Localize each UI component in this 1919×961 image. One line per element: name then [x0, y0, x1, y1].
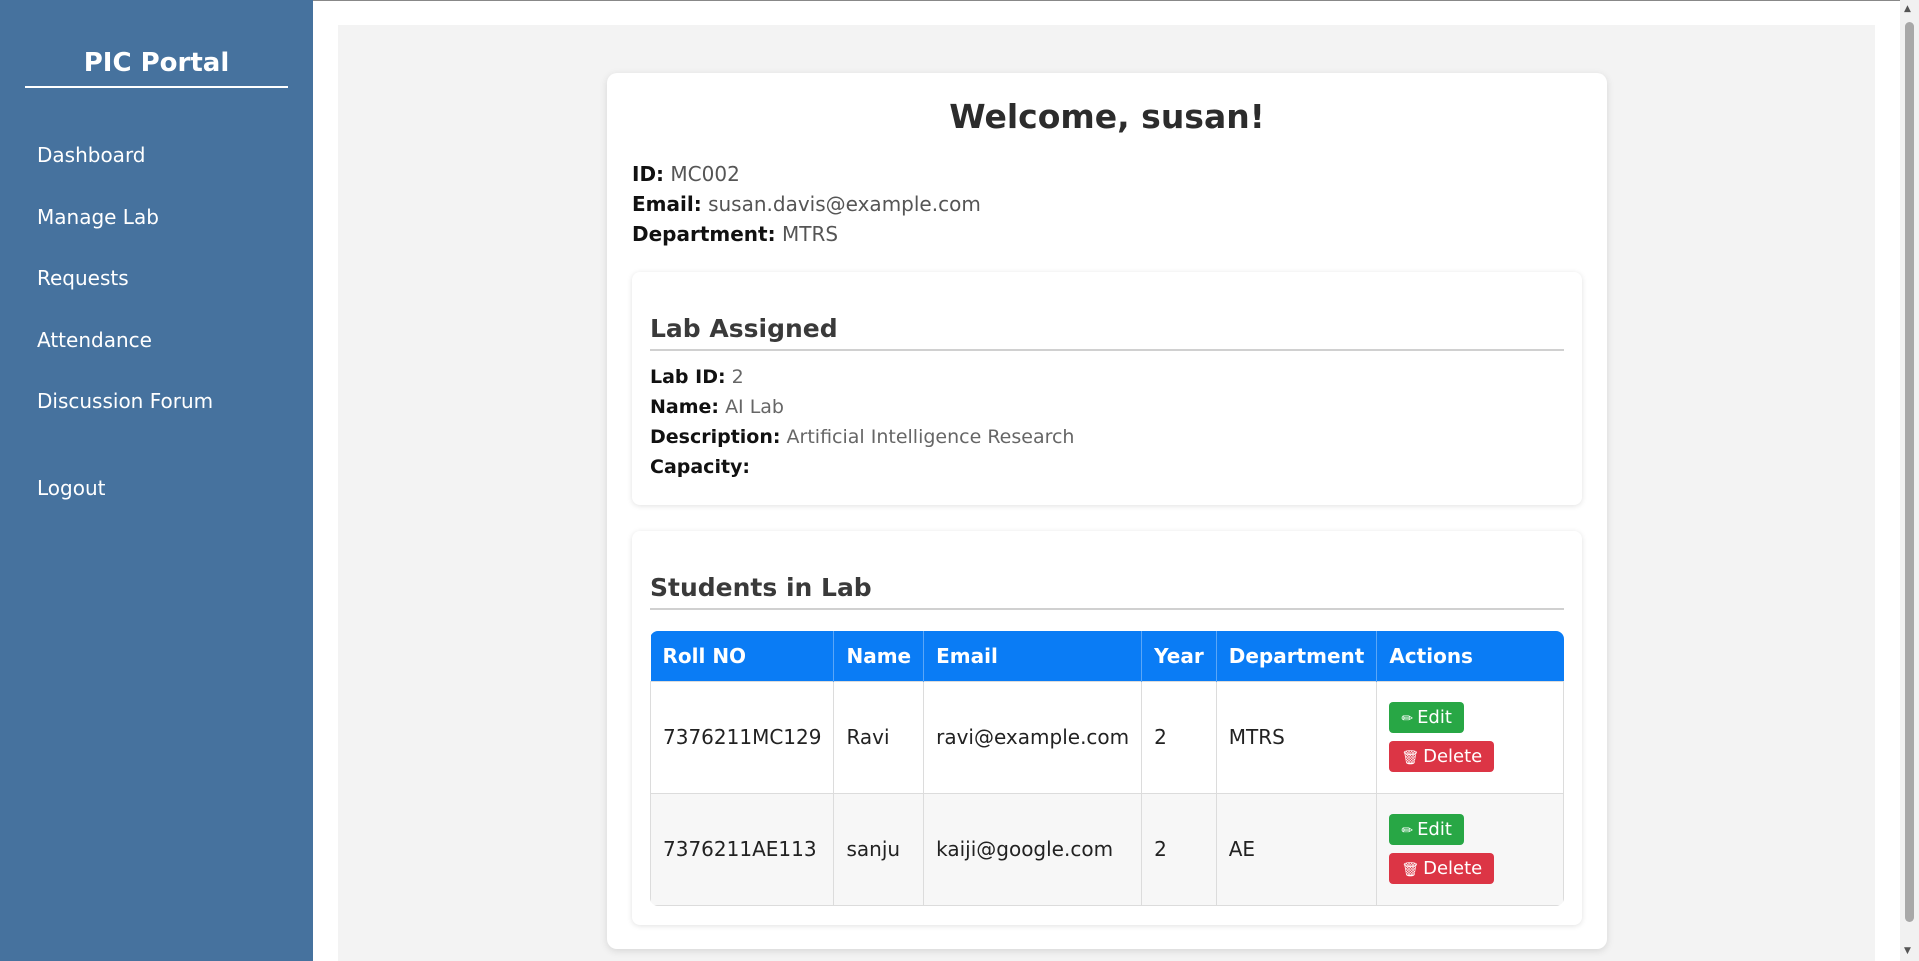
- profile-email: Email: susan.davis@example.com: [632, 192, 981, 216]
- lab-name: Name: AI Lab: [650, 396, 784, 418]
- trash-icon: 🗑: [1401, 862, 1420, 878]
- cell-department: MTRS: [1215, 680, 1378, 794]
- edit-button[interactable]: ✏ Edit: [1389, 702, 1464, 733]
- cell-email: ravi@example.com: [923, 680, 1143, 794]
- welcome-heading: Welcome, susan!: [949, 97, 1265, 136]
- profile-department-label: Department:: [632, 222, 776, 246]
- col-department: Department: [1216, 631, 1378, 681]
- sidebar-item-logout[interactable]: Logout: [37, 476, 105, 500]
- sidebar: PIC Portal Dashboard Manage Lab Requests…: [0, 0, 313, 961]
- students-card: Students in Lab Roll NO Name Email Year …: [632, 531, 1582, 925]
- table-header-row: Roll NO Name Email Year Department Actio…: [650, 631, 1564, 681]
- cell-name: sanju: [833, 792, 925, 906]
- cell-email: kaiji@google.com: [923, 792, 1143, 906]
- col-year: Year: [1141, 631, 1217, 681]
- profile-id-label: ID:: [632, 162, 665, 186]
- table-row: 7376211MC129 Ravi ravi@example.com 2 MTR…: [650, 680, 1564, 794]
- lab-name-label: Name:: [650, 396, 720, 418]
- lab-description-value: Artificial Intelligence Research: [786, 426, 1075, 448]
- profile-id-value: MC002: [670, 162, 740, 186]
- cell-department: AE: [1215, 792, 1378, 906]
- lab-assigned-card: Lab Assigned Lab ID: 2 Name: AI Lab Desc…: [632, 272, 1582, 505]
- portal-title: PIC Portal: [25, 48, 288, 88]
- pencil-icon: ✏: [1401, 711, 1414, 727]
- sidebar-item-requests[interactable]: Requests: [37, 266, 129, 290]
- col-actions: Actions: [1376, 631, 1564, 681]
- lab-assigned-heading: Lab Assigned: [650, 314, 1564, 351]
- students-table: Roll NO Name Email Year Department Actio…: [650, 631, 1564, 906]
- lab-name-value: AI Lab: [725, 396, 784, 418]
- table-row: 7376211AE113 sanju kaiji@google.com 2 AE…: [650, 792, 1564, 906]
- scroll-up-arrow-icon[interactable]: ▲: [1904, 4, 1911, 14]
- col-roll-no: Roll NO: [650, 631, 835, 681]
- delete-button-label: Delete: [1423, 858, 1483, 879]
- lab-capacity: Capacity:: [650, 456, 750, 478]
- sidebar-item-attendance[interactable]: Attendance: [37, 328, 152, 352]
- edit-button-label: Edit: [1417, 707, 1452, 728]
- lab-capacity-label: Capacity:: [650, 456, 751, 478]
- cell-actions: ✏ Edit 🗑 Delete: [1376, 680, 1564, 794]
- lab-id-label: Lab ID:: [650, 366, 726, 388]
- lab-id: Lab ID: 2: [650, 366, 744, 388]
- lab-description: Description: Artificial Intelligence Res…: [650, 426, 1074, 448]
- cell-roll: 7376211MC129: [650, 680, 835, 794]
- profile-department-value: MTRS: [781, 222, 839, 246]
- sidebar-item-manage-lab[interactable]: Manage Lab: [37, 205, 159, 229]
- col-email: Email: [923, 631, 1143, 681]
- col-name: Name: [833, 631, 925, 681]
- edit-button-label: Edit: [1417, 819, 1452, 840]
- cell-actions: ✏ Edit 🗑 Delete: [1376, 792, 1564, 906]
- profile-email-label: Email:: [632, 192, 702, 216]
- cell-year: 2: [1141, 792, 1217, 906]
- scroll-down-arrow-icon[interactable]: ▼: [1904, 946, 1911, 956]
- pencil-icon: ✏: [1401, 823, 1414, 839]
- students-heading: Students in Lab: [650, 573, 1564, 610]
- sidebar-item-discussion-forum[interactable]: Discussion Forum: [37, 389, 213, 413]
- trash-icon: 🗑: [1401, 750, 1420, 766]
- cell-roll: 7376211AE113: [650, 792, 835, 906]
- profile-department: Department: MTRS: [632, 222, 838, 246]
- edit-button[interactable]: ✏ Edit: [1389, 814, 1464, 845]
- cell-year: 2: [1141, 680, 1217, 794]
- delete-button[interactable]: 🗑 Delete: [1389, 853, 1495, 884]
- scrollbar-thumb[interactable]: [1905, 22, 1914, 922]
- lab-description-label: Description:: [650, 426, 781, 448]
- delete-button-label: Delete: [1423, 746, 1483, 767]
- profile-email-value: susan.davis@example.com: [708, 192, 981, 216]
- sidebar-item-dashboard[interactable]: Dashboard: [37, 143, 146, 167]
- delete-button[interactable]: 🗑 Delete: [1389, 741, 1495, 772]
- lab-id-value: 2: [731, 366, 744, 388]
- profile-card: Welcome, susan! ID: MC002 Email: susan.d…: [607, 73, 1607, 949]
- cell-name: Ravi: [833, 680, 925, 794]
- profile-id: ID: MC002: [632, 162, 740, 186]
